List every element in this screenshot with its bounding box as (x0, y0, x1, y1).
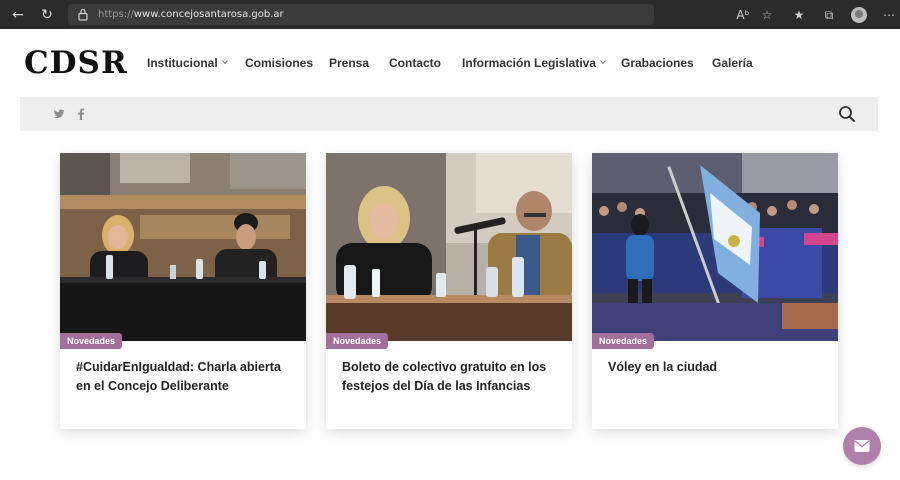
news-card[interactable]: Novedades Boleto de colectivo gratuito e… (326, 153, 572, 429)
back-icon[interactable]: ← (8, 5, 28, 25)
menu-item-label: Comisiones (245, 56, 314, 70)
menu-item-label: Prensa (329, 56, 370, 70)
menu-item-comisiones[interactable]: Comisiones (245, 55, 313, 71)
card-title[interactable]: #CuidarEnIgualdad: Charla abierta en el … (76, 358, 292, 396)
menu-item-label: Institucional (147, 56, 218, 70)
chevron-down-icon (600, 60, 606, 65)
site-logo[interactable]: CDSR (24, 46, 128, 80)
panel-talk-photo[interactable] (60, 153, 306, 341)
volleyball-event-photo[interactable] (592, 153, 838, 341)
twitter-icon[interactable] (52, 107, 66, 121)
chevron-down-icon (221, 60, 228, 65)
facebook-icon[interactable] (74, 107, 88, 121)
more-options-icon[interactable]: ⋯ (879, 5, 899, 25)
menu-item-label: Información Legislativa (462, 56, 597, 70)
mail-icon (854, 440, 870, 452)
lock-icon (78, 8, 88, 21)
social-search-bar (20, 97, 878, 131)
url-protocol: https:// (98, 9, 134, 20)
browser-chrome: ← ↻ https://www.concejosantarosa.gob.ar … (0, 0, 900, 29)
news-card[interactable]: Novedades Vóley en la ciudad (592, 153, 838, 429)
category-badge[interactable]: Novedades (60, 333, 123, 349)
news-card[interactable]: Novedades #CuidarEnIgualdad: Charla abie… (60, 153, 306, 429)
search-icon[interactable] (837, 104, 857, 124)
url-text: https://www.concejosantarosa.gob.ar (98, 7, 284, 22)
category-badge[interactable]: Novedades (592, 333, 655, 349)
contact-mail-button[interactable] (843, 427, 881, 465)
menu-item-prensa[interactable]: Prensa (329, 55, 369, 71)
address-bar[interactable]: https://www.concejosantarosa.gob.ar (68, 4, 654, 25)
profile-avatar[interactable] (851, 7, 867, 23)
menu-item-label: Grabaciones (621, 56, 694, 70)
menu-item-grabaciones[interactable]: Grabaciones (621, 55, 694, 71)
menu-item-label: Contacto (389, 56, 441, 70)
menu-item-galeria[interactable]: Galería (712, 55, 753, 71)
favorites-icon[interactable]: ★ (789, 5, 809, 25)
menu-item-informacion-legislativa[interactable]: Información Legislativa (462, 55, 606, 71)
card-title[interactable]: Boleto de colectivo gratuito en los fest… (342, 358, 558, 396)
collections-icon[interactable]: ⧉ (819, 5, 839, 25)
url-domain: www.concejosantarosa.gob.ar (133, 9, 284, 20)
menu-item-label: Galería (712, 56, 753, 70)
read-aloud-icon[interactable]: Aᵇ (733, 5, 753, 25)
menu-item-institucional[interactable]: Institucional (147, 55, 228, 71)
refresh-icon[interactable]: ↻ (37, 5, 57, 25)
menu-item-contacto[interactable]: Contacto (389, 55, 441, 71)
card-title[interactable]: Vóley en la ciudad (608, 358, 824, 377)
category-badge[interactable]: Novedades (326, 333, 389, 349)
press-conference-photo[interactable] (326, 153, 572, 341)
favorite-add-icon[interactable]: ☆ (757, 5, 777, 25)
